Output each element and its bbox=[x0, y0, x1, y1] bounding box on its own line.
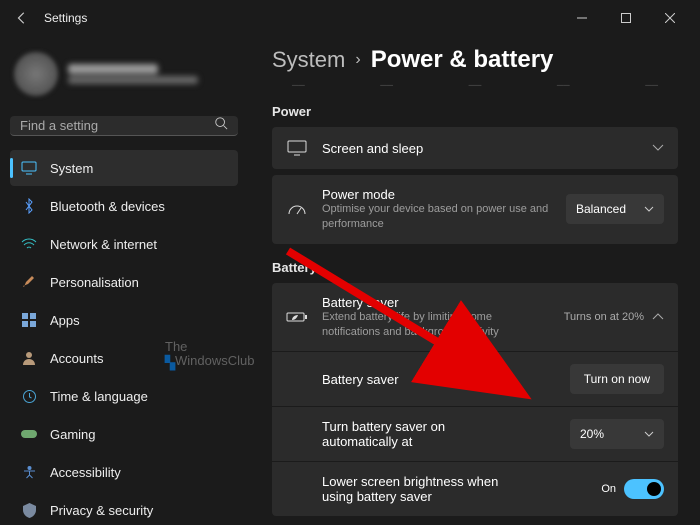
battery-saver-header[interactable]: Battery saver Extend battery life by lim… bbox=[272, 283, 678, 352]
battery-saver-now-row: Battery saver Turn on now bbox=[272, 352, 678, 406]
nav-personalisation[interactable]: Personalisation bbox=[10, 264, 238, 300]
avatar bbox=[14, 52, 58, 96]
nav-label: Time & language bbox=[50, 389, 148, 404]
chevron-down-icon bbox=[652, 139, 664, 157]
power-mode-card: Power mode Optimise your device based on… bbox=[272, 175, 678, 244]
breadcrumb: System › Power & battery bbox=[272, 46, 678, 74]
row-title: Battery saver bbox=[322, 372, 556, 387]
battery-leaf-icon bbox=[286, 310, 308, 324]
paintbrush-icon bbox=[20, 273, 38, 291]
close-icon bbox=[665, 13, 675, 23]
nav-time-language[interactable]: Time & language bbox=[10, 378, 238, 414]
gauge-icon bbox=[286, 202, 308, 216]
search-input[interactable] bbox=[20, 118, 214, 133]
row-subtitle: Optimise your device based on power use … bbox=[322, 202, 552, 232]
gamepad-icon bbox=[20, 425, 38, 443]
nav-accessibility[interactable]: Accessibility bbox=[10, 454, 238, 490]
battery-saver-auto-row: Turn battery saver on automatically at 2… bbox=[272, 407, 678, 461]
globe-clock-icon bbox=[20, 387, 38, 405]
sidebar: System Bluetooth & devices Network & int… bbox=[0, 36, 248, 525]
auto-threshold-select[interactable]: 20% bbox=[570, 419, 664, 449]
section-battery-heading: Battery bbox=[272, 260, 678, 275]
status-text: Turns on at 20% bbox=[564, 311, 644, 323]
row-title: Battery saver bbox=[322, 295, 550, 310]
minimize-icon bbox=[577, 13, 587, 23]
arrow-left-icon bbox=[15, 11, 29, 25]
chevron-down-icon bbox=[644, 427, 654, 441]
main-content: System › Power & battery ────────── Powe… bbox=[248, 36, 700, 525]
nav-apps[interactable]: Apps bbox=[10, 302, 238, 338]
brightness-toggle[interactable] bbox=[624, 479, 664, 499]
nav-label: Accessibility bbox=[50, 465, 121, 480]
user-profile[interactable] bbox=[10, 42, 238, 110]
nav-label: Apps bbox=[50, 313, 80, 328]
row-title: Turn battery saver on automatically at bbox=[322, 419, 502, 449]
bluetooth-icon bbox=[20, 197, 38, 215]
back-button[interactable] bbox=[8, 4, 36, 32]
maximize-icon bbox=[621, 13, 631, 23]
nav-list: System Bluetooth & devices Network & int… bbox=[10, 150, 238, 525]
system-icon bbox=[20, 159, 38, 177]
chevron-up-icon bbox=[652, 308, 664, 326]
select-value: Balanced bbox=[576, 202, 626, 216]
apps-icon bbox=[20, 311, 38, 329]
select-value: 20% bbox=[580, 427, 604, 441]
screen-sleep-card[interactable]: Screen and sleep bbox=[272, 127, 678, 169]
nav-label: Gaming bbox=[50, 427, 96, 442]
lower-brightness-row: Lower screen brightness when using batte… bbox=[272, 462, 678, 516]
turn-on-now-button[interactable]: Turn on now bbox=[570, 364, 664, 394]
nav-accounts[interactable]: Accounts bbox=[10, 340, 238, 376]
chevron-right-icon: › bbox=[355, 51, 360, 69]
row-subtitle: Extend battery life by limiting some not… bbox=[322, 310, 550, 340]
accessibility-icon bbox=[20, 463, 38, 481]
person-icon bbox=[20, 349, 38, 367]
shield-icon bbox=[20, 501, 38, 519]
user-name-blurred bbox=[68, 64, 198, 84]
breadcrumb-parent[interactable]: System bbox=[272, 47, 345, 73]
chart-ticks-cutoff: ────────── bbox=[272, 80, 678, 90]
nav-system[interactable]: System bbox=[10, 150, 238, 186]
nav-bluetooth[interactable]: Bluetooth & devices bbox=[10, 188, 238, 224]
screen-icon bbox=[286, 140, 308, 156]
close-button[interactable] bbox=[648, 0, 692, 36]
app-title: Settings bbox=[44, 11, 87, 25]
wifi-icon bbox=[20, 235, 38, 253]
nav-label: System bbox=[50, 161, 93, 176]
search-box[interactable] bbox=[10, 116, 238, 136]
nav-label: Bluetooth & devices bbox=[50, 199, 165, 214]
row-title: Screen and sleep bbox=[322, 141, 638, 156]
nav-label: Network & internet bbox=[50, 237, 157, 252]
section-power-heading: Power bbox=[272, 104, 678, 119]
maximize-button[interactable] bbox=[604, 0, 648, 36]
nav-network[interactable]: Network & internet bbox=[10, 226, 238, 262]
chevron-down-icon bbox=[644, 202, 654, 216]
minimize-button[interactable] bbox=[560, 0, 604, 36]
nav-gaming[interactable]: Gaming bbox=[10, 416, 238, 452]
power-mode-select[interactable]: Balanced bbox=[566, 194, 664, 224]
title-bar: Settings bbox=[0, 0, 700, 36]
nav-privacy[interactable]: Privacy & security bbox=[10, 492, 238, 525]
battery-saver-card: Battery saver Extend battery life by lim… bbox=[272, 283, 678, 517]
row-title: Power mode bbox=[322, 187, 552, 202]
nav-label: Privacy & security bbox=[50, 503, 153, 518]
page-title: Power & battery bbox=[371, 46, 554, 74]
row-title: Lower screen brightness when using batte… bbox=[322, 474, 522, 504]
toggle-state-label: On bbox=[601, 483, 616, 495]
search-icon bbox=[214, 116, 228, 135]
nav-label: Personalisation bbox=[50, 275, 139, 290]
nav-label: Accounts bbox=[50, 351, 103, 366]
